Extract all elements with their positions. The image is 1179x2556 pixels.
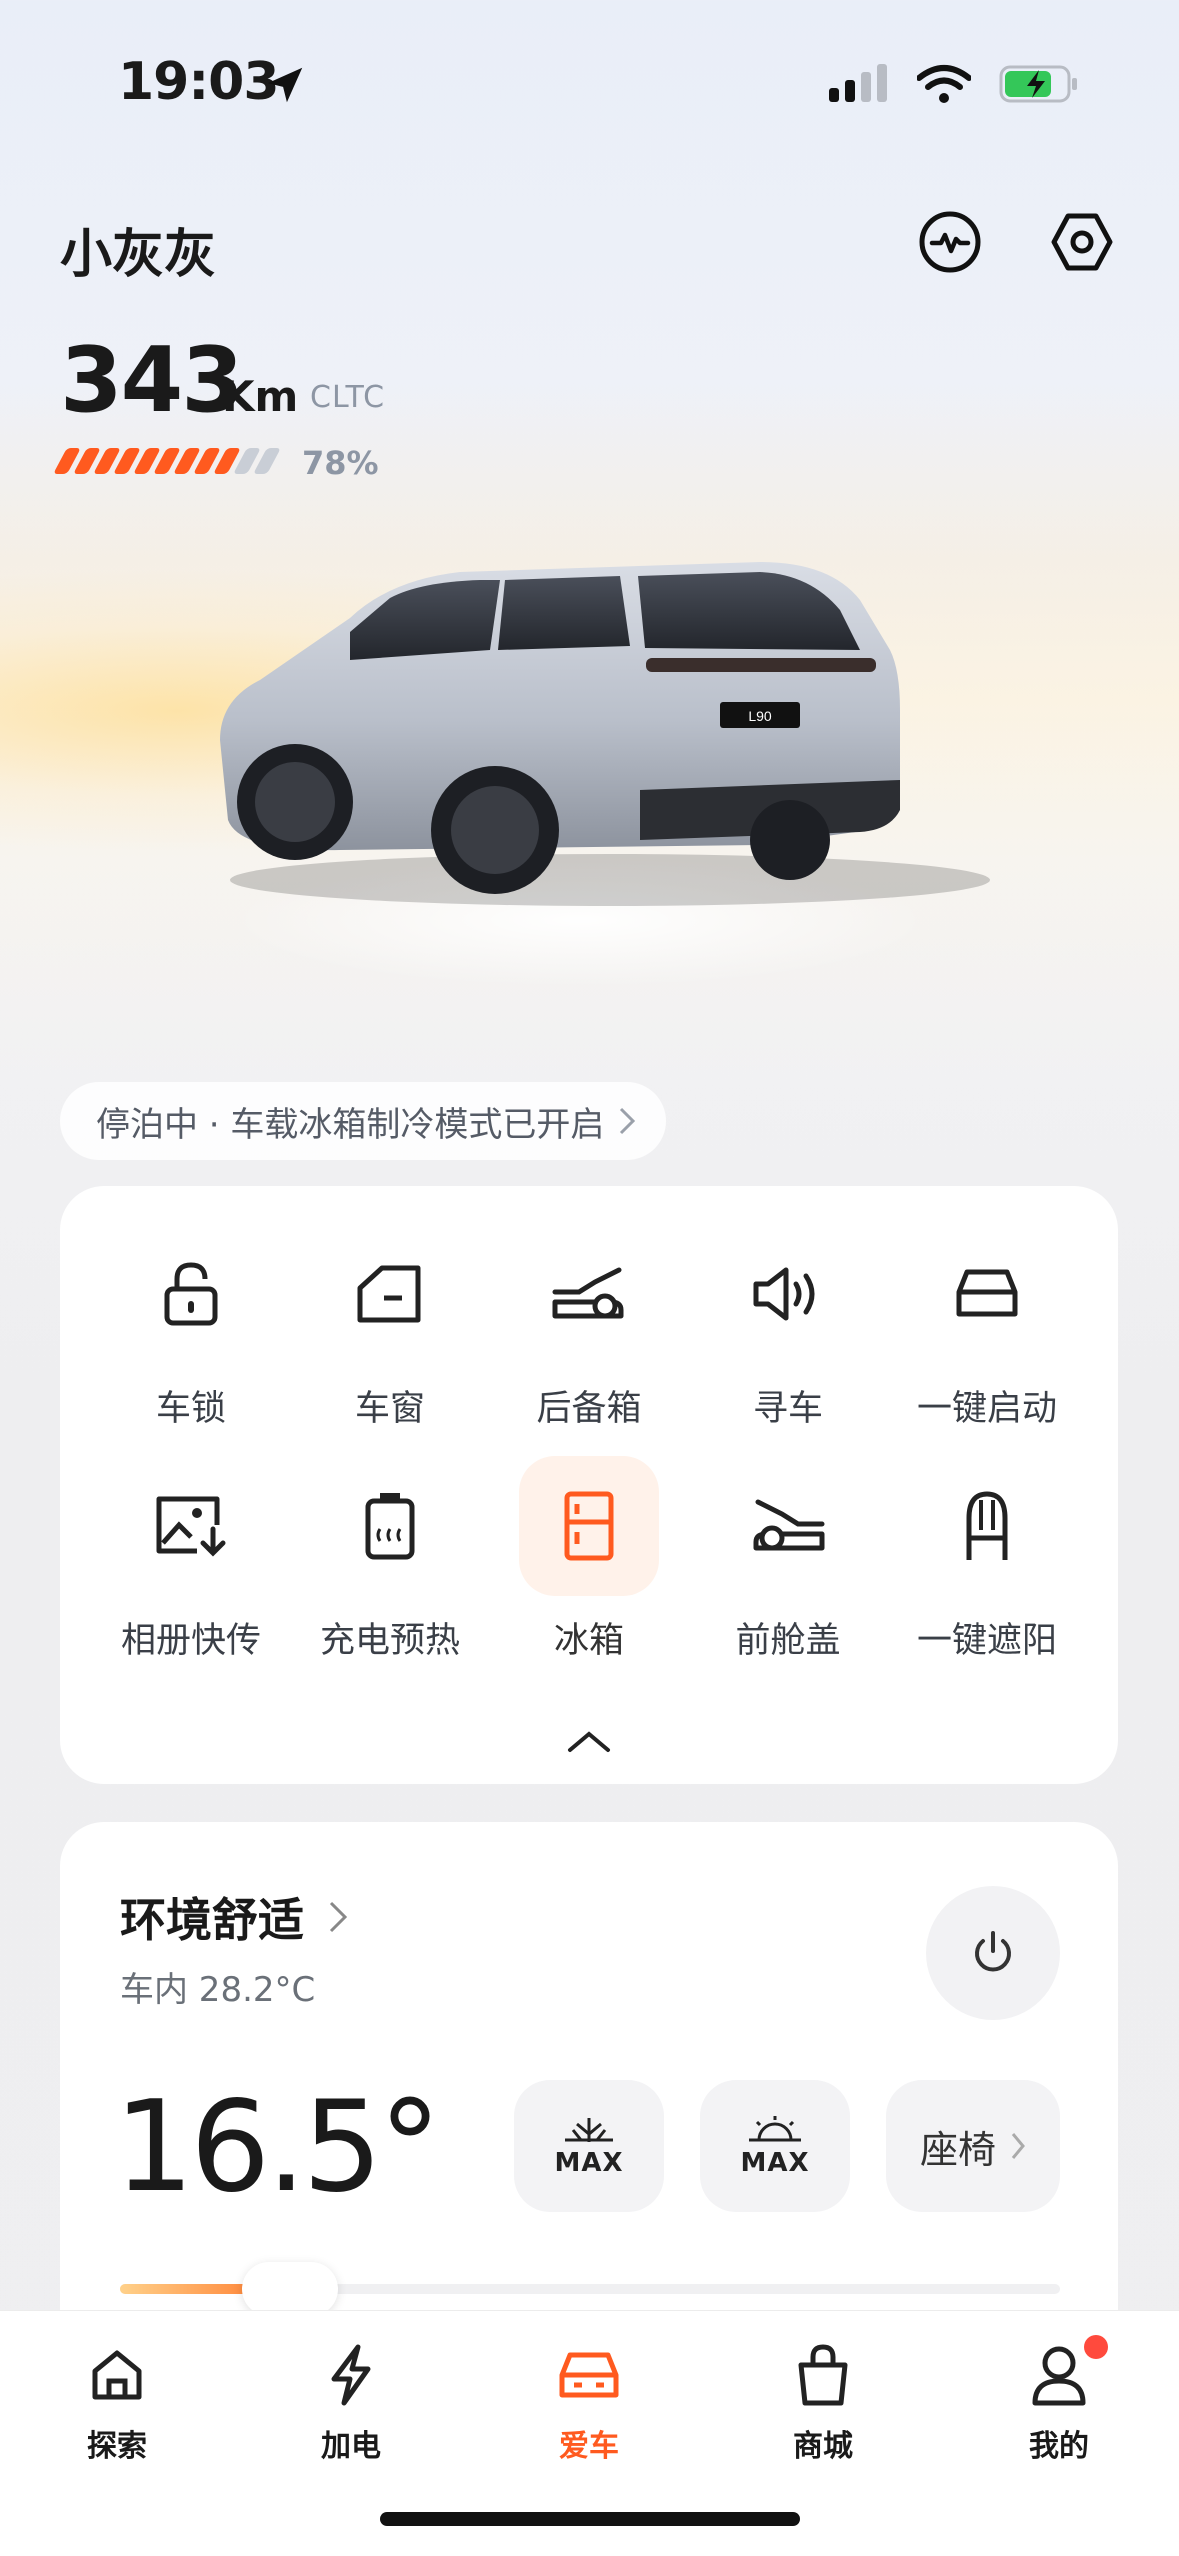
collapse-chevron-up-icon[interactable] (562, 1726, 616, 1756)
control-label: 相册快传 (120, 1621, 261, 1661)
tab-my-car[interactable]: 爱车 (514, 2335, 664, 2465)
location-arrow-icon (267, 67, 303, 103)
vehicle-image[interactable]: L90 (200, 540, 1000, 920)
home-icon (92, 2350, 142, 2400)
control-sunshade[interactable]: 一键遮阳 (887, 1456, 1087, 1663)
temperature-slider-fill (120, 2284, 252, 2294)
sunshade-icon (917, 1456, 1057, 1596)
photo-transfer-icon (121, 1456, 261, 1596)
battery-percent: 78% (302, 444, 379, 482)
hexagon-settings-icon[interactable] (1046, 206, 1118, 278)
battery-heat-icon (320, 1456, 460, 1596)
control-label: 车锁 (155, 1389, 226, 1429)
range-standard: CLTC (310, 380, 386, 415)
tab-label: 探索 (87, 2429, 147, 2464)
temperature-slider-thumb[interactable] (242, 2262, 338, 2316)
window-icon (320, 1224, 460, 1364)
chevron-right-icon (329, 1901, 348, 1933)
lock-icon (121, 1224, 261, 1364)
notification-badge (1084, 2335, 1108, 2359)
speaker-icon (718, 1224, 858, 1364)
control-lock[interactable]: 车锁 (91, 1224, 291, 1431)
power-icon (975, 1931, 1011, 1972)
control-one-key-start[interactable]: 一键启动 (887, 1224, 1087, 1431)
battery-charging-icon (999, 65, 1077, 103)
max-heat-button[interactable]: MAX (700, 2080, 850, 2212)
control-photo-transfer[interactable]: 相册快传 (91, 1456, 291, 1663)
max-cool-button[interactable]: MAX (514, 2080, 664, 2212)
control-label: 一键启动 (916, 1389, 1057, 1429)
control-label: 后备箱 (536, 1389, 642, 1429)
climate-power-button[interactable] (926, 1886, 1060, 2020)
activity-icon[interactable] (914, 206, 986, 278)
car-icon (559, 2352, 619, 2398)
control-label: 前舱盖 (735, 1621, 841, 1661)
tab-explore[interactable]: 探索 (42, 2335, 192, 2465)
tab-charge[interactable]: 加电 (276, 2335, 426, 2465)
quick-controls-card: 车锁 车窗 后备箱 寻车 一键启动 相册快传 充电预热 冰箱 前舱盖 一键遮阳 (60, 1186, 1118, 1784)
control-label: 寻车 (752, 1389, 823, 1429)
climate-title: 环境舒适 (120, 1893, 304, 1947)
control-window[interactable]: 车窗 (290, 1224, 490, 1431)
control-find-car[interactable]: 寻车 (688, 1224, 888, 1431)
max-cool-label: MAX (554, 2148, 624, 2178)
notice-text: 停泊中 · 车载冰箱制冷模式已开启 (96, 1104, 605, 1145)
wifi-icon (917, 65, 971, 103)
tab-label: 加电 (321, 2429, 381, 2464)
tab-me[interactable]: 我的 (984, 2335, 1134, 2465)
range-unit: Km (222, 372, 299, 421)
seat-label: 座椅 (919, 2127, 996, 2172)
control-label: 充电预热 (319, 1621, 460, 1661)
control-label: 冰箱 (553, 1621, 624, 1661)
hood-icon (718, 1456, 858, 1596)
vehicle-plate: L90 (748, 708, 772, 724)
battery-level-bars (53, 448, 281, 474)
seat-button[interactable]: 座椅 (886, 2080, 1060, 2212)
fridge-icon (519, 1456, 659, 1596)
inside-temperature: 车内 28.2°C (120, 1970, 316, 2010)
sun-defrost-icon (748, 2116, 801, 2142)
climate-title-link[interactable]: 环境舒适 (120, 1884, 348, 1950)
shopping-bag-icon (798, 2344, 848, 2406)
snowflake-icon (564, 2118, 613, 2142)
control-fridge[interactable]: 冰箱 (489, 1456, 689, 1663)
control-trunk[interactable]: 后备箱 (489, 1224, 689, 1431)
range-value: 343 (60, 328, 244, 433)
control-front-hood[interactable]: 前舱盖 (688, 1456, 888, 1663)
car-name[interactable]: 小灰灰 (60, 212, 216, 287)
lightning-icon (331, 2344, 371, 2406)
set-temperature: 16.5° (114, 2073, 442, 2220)
control-label: 一键遮阳 (916, 1621, 1057, 1661)
home-indicator (380, 2512, 800, 2526)
car-start-icon (917, 1224, 1057, 1364)
status-time: 19:03 (118, 52, 280, 112)
control-label: 车窗 (354, 1389, 425, 1429)
person-icon (1032, 2346, 1086, 2406)
max-heat-label: MAX (740, 2148, 810, 2178)
control-charge-preheat[interactable]: 充电预热 (290, 1456, 490, 1663)
tab-label: 我的 (1029, 2429, 1089, 2464)
tab-store[interactable]: 商城 (748, 2335, 898, 2465)
chevron-right-icon (1011, 2133, 1025, 2159)
tab-label: 商城 (793, 2429, 853, 2464)
chevron-right-icon (620, 1107, 636, 1135)
cellular-signal-icon (829, 64, 887, 102)
status-indicators (829, 64, 1079, 104)
trunk-icon (519, 1224, 659, 1364)
tab-label: 爱车 (559, 2429, 619, 2464)
status-notice[interactable]: 停泊中 · 车载冰箱制冷模式已开启 (60, 1082, 667, 1160)
